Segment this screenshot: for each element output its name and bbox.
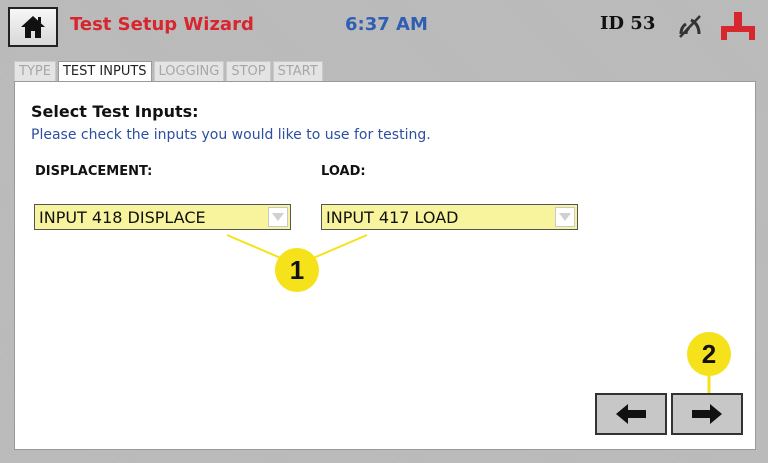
test-inputs-panel: Select Test Inputs: Please check the inp… [14, 81, 756, 450]
tab-start[interactable]: START [272, 61, 323, 81]
home-icon [21, 16, 45, 38]
tab-logging[interactable]: LOGGING [153, 61, 225, 81]
arrow-right-icon [692, 404, 722, 424]
top-bar: Test Setup Wizard 6:37 AM ID 53 [0, 0, 768, 56]
tab-type[interactable]: TYPE [14, 61, 56, 81]
tab-test-inputs[interactable]: TEST INPUTS [57, 61, 152, 81]
usb-icon [721, 12, 755, 40]
callout-marker-1: 1 [275, 248, 319, 292]
home-button[interactable] [8, 7, 58, 47]
station-id: ID 53 [600, 13, 656, 34]
arrow-left-icon [616, 404, 646, 424]
next-button[interactable] [671, 393, 743, 435]
tab-stop[interactable]: STOP [226, 61, 271, 81]
wizard-tabs: TYPE TEST INPUTS LOGGING STOP START [14, 61, 325, 81]
page-title: Test Setup Wizard [70, 14, 254, 35]
back-button[interactable] [595, 393, 667, 435]
clock-time: 6:37 AM [345, 14, 428, 35]
wireless-off-icon [679, 15, 701, 38]
callout-marker-2: 2 [687, 332, 731, 376]
